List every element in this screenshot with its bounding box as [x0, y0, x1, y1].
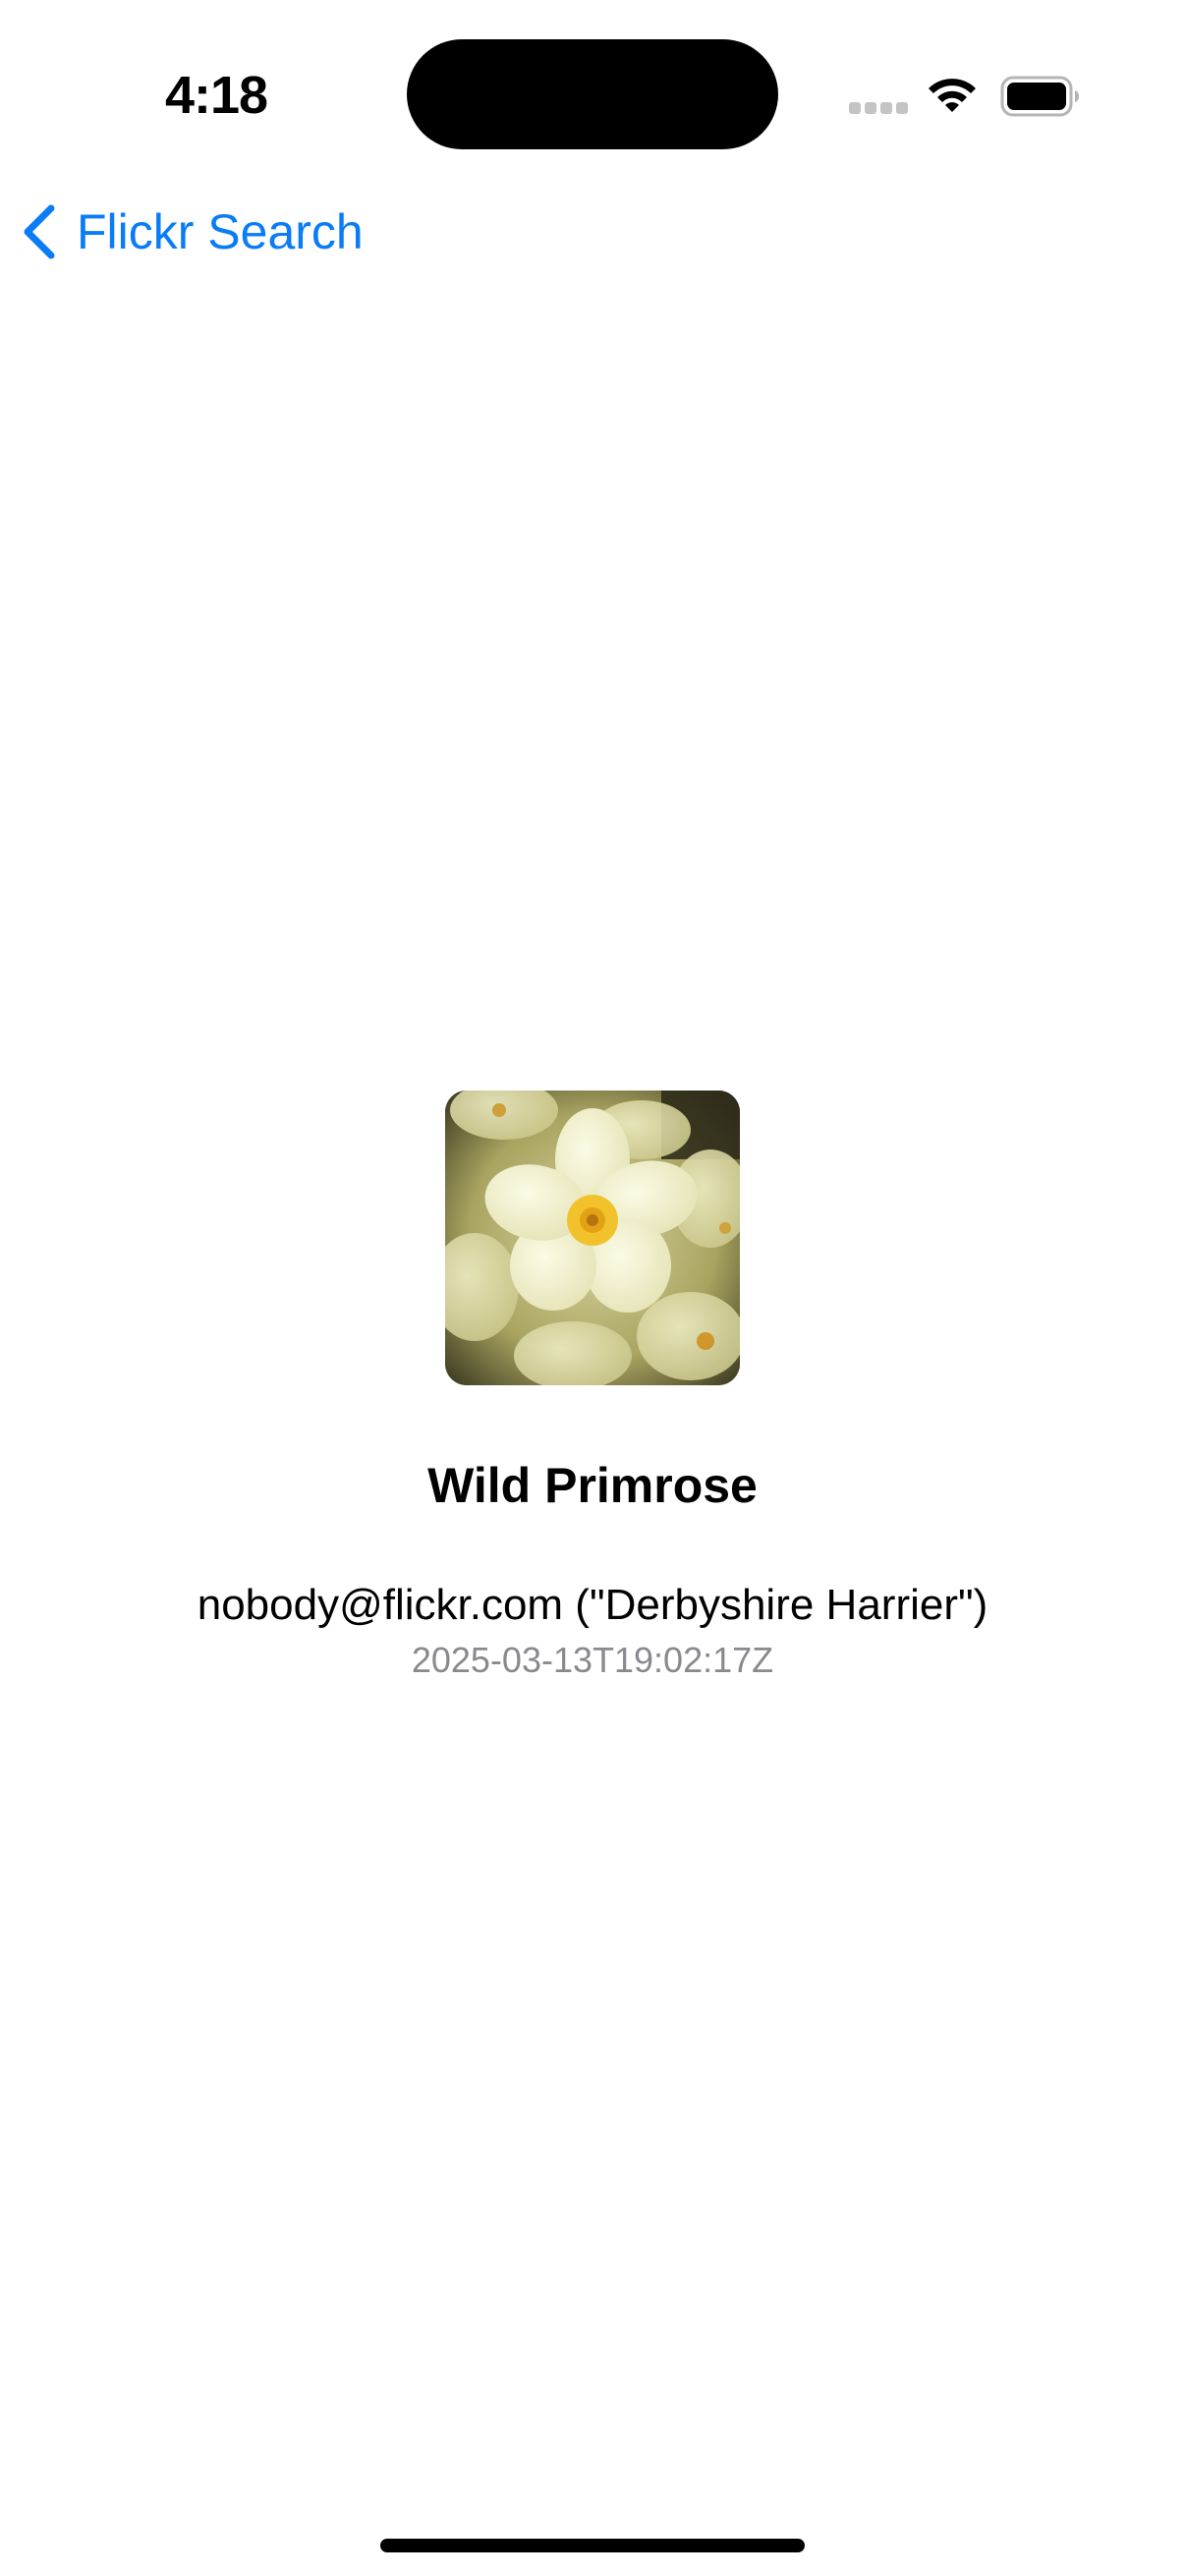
dynamic-island — [407, 39, 778, 149]
photo-title: Wild Primrose — [427, 1458, 758, 1513]
battery-icon — [1000, 76, 1079, 117]
chevron-left-icon — [24, 204, 55, 259]
photo-author: nobody@flickr.com ("Derbyshire Harrier") — [197, 1581, 988, 1629]
back-button[interactable]: Flickr Search — [18, 193, 364, 271]
photo-thumbnail — [445, 1091, 740, 1385]
wifi-icon — [929, 79, 976, 112]
primrose-photo — [445, 1091, 740, 1385]
home-indicator[interactable] — [380, 2539, 805, 2552]
photo-date-taken: 2025-03-13T19:02:17Z — [411, 1640, 774, 1680]
back-button-label: Flickr Search — [77, 204, 364, 259]
status-time: 4:18 — [164, 66, 268, 125]
cell-signal-icon — [849, 102, 908, 116]
